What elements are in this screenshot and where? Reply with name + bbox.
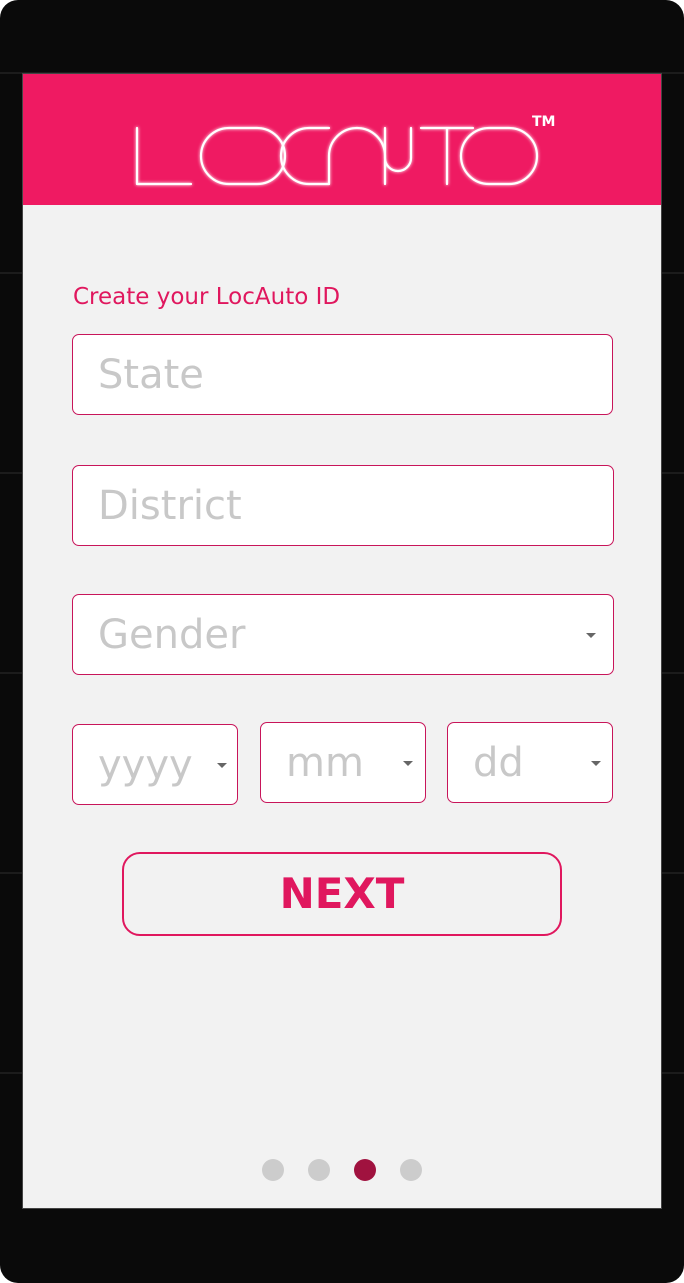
district-input[interactable] [73, 466, 613, 545]
year-select[interactable]: yyyy [72, 724, 238, 805]
chevron-down-icon [586, 632, 596, 638]
gender-select[interactable]: Gender [72, 594, 614, 675]
chevron-down-icon [591, 760, 601, 766]
chevron-down-icon [403, 760, 413, 766]
chevron-down-icon [217, 762, 227, 768]
form-subtitle: Create your LocAuto ID [73, 284, 341, 310]
page-dot[interactable] [400, 1159, 422, 1181]
state-input[interactable] [73, 335, 612, 414]
day-select[interactable]: dd [447, 722, 613, 803]
year-select-placeholder: yyyy [98, 741, 193, 788]
phone-frame: TM Create your LocAuto ID Gender yyyy mm [0, 0, 684, 1283]
next-button[interactable]: NEXT [122, 852, 562, 936]
page-dot[interactable] [308, 1159, 330, 1181]
app-screen: TM Create your LocAuto ID Gender yyyy mm [22, 73, 662, 1209]
district-field[interactable] [72, 465, 614, 546]
month-select[interactable]: mm [260, 722, 426, 803]
app-header: TM [23, 74, 661, 205]
locauto-logo [135, 126, 539, 186]
page-dot[interactable] [262, 1159, 284, 1181]
month-select-placeholder: mm [286, 739, 364, 786]
day-select-placeholder: dd [473, 739, 524, 786]
trademark-symbol: TM [532, 114, 556, 130]
gender-select-placeholder: Gender [98, 611, 246, 658]
page-indicator [23, 1159, 661, 1181]
state-field[interactable] [72, 334, 613, 415]
page-dot[interactable] [354, 1159, 376, 1181]
